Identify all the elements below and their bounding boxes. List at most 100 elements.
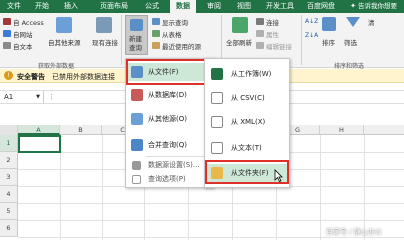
name-box[interactable]: A1 ▼ [0, 91, 44, 103]
menu-item-from-text[interactable]: 从文本(T) [205, 139, 289, 157]
grid-line [364, 135, 365, 240]
access-icon [3, 18, 11, 25]
show-queries-icon [152, 18, 160, 25]
other-sources-icon [56, 17, 72, 33]
menu-item-query-options[interactable]: 查询选项(P) [126, 173, 213, 186]
tab-review[interactable]: 审阅 [202, 0, 226, 13]
select-all-corner[interactable] [0, 125, 18, 135]
menu-bar: 文件 开始 插入 页面布局 公式 数据 审阅 视图 开发工具 百度网盘 ✦ 告诉… [0, 0, 404, 13]
menu-item-from-xml[interactable]: 从 XML(X) [205, 113, 289, 131]
tab-developer[interactable]: 开发工具 [262, 0, 298, 13]
text-icon [3, 42, 11, 49]
database-icon [131, 89, 143, 101]
row-header[interactable]: 1 [0, 135, 18, 152]
highlight-box-from-file [126, 59, 212, 85]
grid-line [18, 220, 404, 221]
menu-item-label: 数据源设置(S)... [148, 161, 200, 169]
tab-view[interactable]: 视图 [232, 0, 256, 13]
from-access-button[interactable]: 自 Access [13, 17, 44, 27]
menu-item-from-database[interactable]: 从数据库(D) ▸ [126, 86, 213, 104]
group-divider [121, 15, 122, 65]
settings-icon [132, 161, 141, 170]
merge-icon [131, 139, 143, 151]
options-icon [132, 175, 141, 184]
from-table-icon [152, 30, 160, 37]
security-warning-title: 安全警告 [17, 73, 45, 81]
mouse-cursor-icon [274, 169, 283, 182]
grid-line [18, 203, 404, 204]
name-box-value: A1 [4, 93, 14, 101]
connections-icon [256, 18, 264, 25]
edit-links-button[interactable]: 编辑链接 [266, 41, 292, 51]
menu-item-label: 从数据库(D) [148, 91, 187, 99]
from-text-button[interactable]: 自文本 [13, 41, 33, 51]
text-file-icon [211, 142, 223, 154]
menu-item-data-source-settings[interactable]: 数据源设置(S)... [126, 159, 213, 172]
column-header[interactable]: B [60, 125, 102, 135]
excel-icon [211, 68, 223, 80]
sort-az-icon[interactable]: A↓Z [305, 18, 318, 25]
menu-item-label: 从工作簿(W) [231, 70, 272, 78]
filter-icon [346, 17, 360, 27]
new-query-button[interactable]: 新建 查询 [125, 15, 148, 55]
recent-sources-button[interactable]: 最近使用的源 [162, 41, 201, 51]
connections-button[interactable]: 连接 [266, 17, 279, 27]
chevron-down-icon[interactable]: ▼ [36, 91, 40, 103]
grid-line [320, 135, 321, 240]
from-table-button[interactable]: 从表格 [162, 29, 182, 39]
row-header[interactable]: 2 [0, 152, 18, 169]
tab-baidu-netdisk[interactable]: 百度网盘 [304, 0, 338, 13]
tell-me-box[interactable]: 告诉我你想要 [358, 0, 404, 13]
tab-home[interactable]: 开始 [30, 0, 54, 13]
formula-dots-icon: ⋮ [48, 93, 55, 101]
grid-line [102, 135, 103, 240]
menu-item-from-csv[interactable]: 从 CSV(C) [205, 89, 289, 107]
clear-button[interactable]: 清 [368, 17, 375, 27]
tab-formulas[interactable]: 公式 [140, 0, 164, 13]
menu-item-from-workbook[interactable]: 从工作簿(W) [205, 65, 289, 83]
edit-links-icon [256, 42, 264, 49]
menu-divider [146, 156, 212, 157]
existing-connections-icon [96, 17, 112, 33]
sort-za-icon[interactable]: Z↓A [305, 32, 318, 39]
row-header[interactable]: 5 [0, 203, 18, 220]
properties-icon [256, 30, 264, 37]
tab-file[interactable]: 文件 [2, 0, 26, 13]
menu-item-label: 从文本(T) [231, 144, 262, 152]
menu-item-label: 从 CSV(C) [231, 94, 265, 102]
row-header[interactable]: 4 [0, 186, 18, 203]
tab-insert[interactable]: 插入 [58, 0, 84, 13]
csv-icon [211, 92, 223, 104]
properties-button[interactable]: 属性 [266, 29, 279, 39]
new-query-icon [130, 19, 143, 31]
sort-button[interactable]: 排序 [322, 37, 335, 47]
from-web-button[interactable]: 自网站 [13, 29, 33, 39]
recent-sources-icon [152, 42, 160, 49]
other-sources-button[interactable]: 自其他来源 [48, 37, 81, 47]
menu-item-label: 从 XML(X) [231, 118, 266, 126]
show-queries-button[interactable]: 显示查询 [162, 17, 188, 27]
filter-button[interactable]: 筛选 [344, 37, 357, 47]
column-header[interactable]: A [18, 125, 60, 135]
sort-icon [322, 17, 336, 31]
tab-page-layout[interactable]: 页面布局 [92, 0, 136, 13]
row-header[interactable]: 6 [0, 220, 18, 237]
tab-data[interactable]: 数据 [170, 0, 196, 13]
column-header[interactable]: H [320, 125, 364, 135]
menu-item-combine-queries[interactable]: 合并查询(Q) ▸ [126, 136, 213, 154]
refresh-icon [232, 17, 248, 33]
refresh-all-button[interactable]: 全部刷新 [226, 37, 252, 47]
new-query-label-2: 查询 [129, 44, 142, 52]
menu-item-label: 合并查询(Q) [148, 141, 187, 149]
web-icon [3, 30, 11, 37]
menu-item-label: 从其他源(O) [148, 115, 187, 123]
existing-connections-button[interactable]: 现有连接 [92, 37, 118, 47]
other-source-icon [131, 113, 143, 125]
row-header[interactable]: 3 [0, 169, 18, 186]
menu-item-from-other-sources[interactable]: 从其他源(O) ▸ [126, 110, 213, 128]
selected-cell-a1[interactable] [18, 135, 61, 153]
xml-icon [211, 116, 223, 128]
watermark: 百家号 / 静心办公 [326, 228, 382, 236]
grid-line [18, 237, 404, 238]
menu-item-label: 查询选项(P) [148, 175, 186, 183]
